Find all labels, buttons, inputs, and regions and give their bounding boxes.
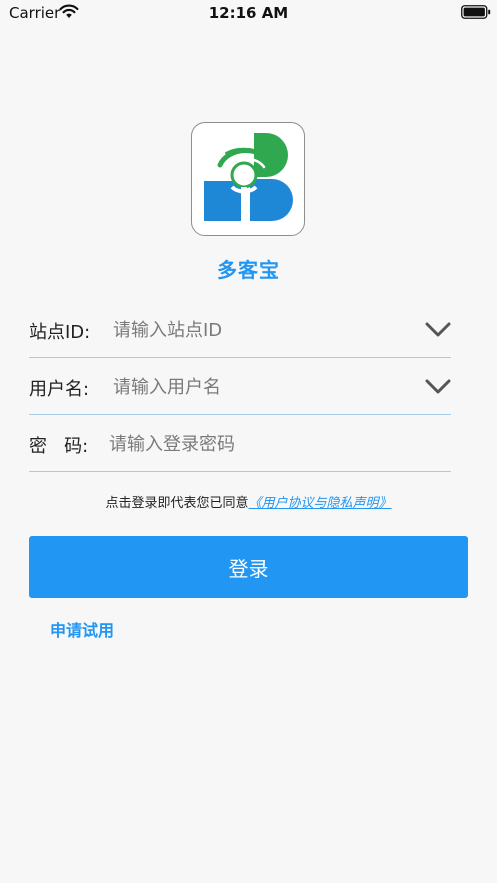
password-label: 密 码: xyxy=(29,436,89,457)
battery-icon xyxy=(461,5,491,19)
password-input[interactable] xyxy=(109,430,429,458)
station-id-input[interactable] xyxy=(113,316,413,344)
station-id-label: 站点ID: xyxy=(29,322,91,343)
app-logo xyxy=(191,122,305,236)
status-bar: Carrier 12:16 AM xyxy=(0,0,497,26)
username-input[interactable] xyxy=(113,373,413,401)
chevron-down-icon[interactable] xyxy=(424,377,452,397)
password-row: 密 码: xyxy=(29,416,451,472)
apply-trial-link[interactable]: 申请试用 xyxy=(50,617,114,641)
clock: 12:16 AM xyxy=(208,4,289,22)
login-button[interactable]: 登录 xyxy=(29,536,468,598)
agreement-notice: 点击登录即代表您已同意《用户协议与隐私声明》 xyxy=(0,492,497,511)
username-row: 用户名: xyxy=(29,359,451,415)
agreement-text: 点击登录即代表您已同意 xyxy=(105,496,249,511)
username-label: 用户名: xyxy=(29,379,90,400)
chevron-down-icon[interactable] xyxy=(424,320,452,340)
agreement-link[interactable]: 《用户协议与隐私声明》 xyxy=(249,496,392,511)
app-name: 多客宝 xyxy=(217,258,280,282)
duokebao-logo xyxy=(204,133,293,223)
station-id-row: 站点ID: xyxy=(29,302,451,358)
